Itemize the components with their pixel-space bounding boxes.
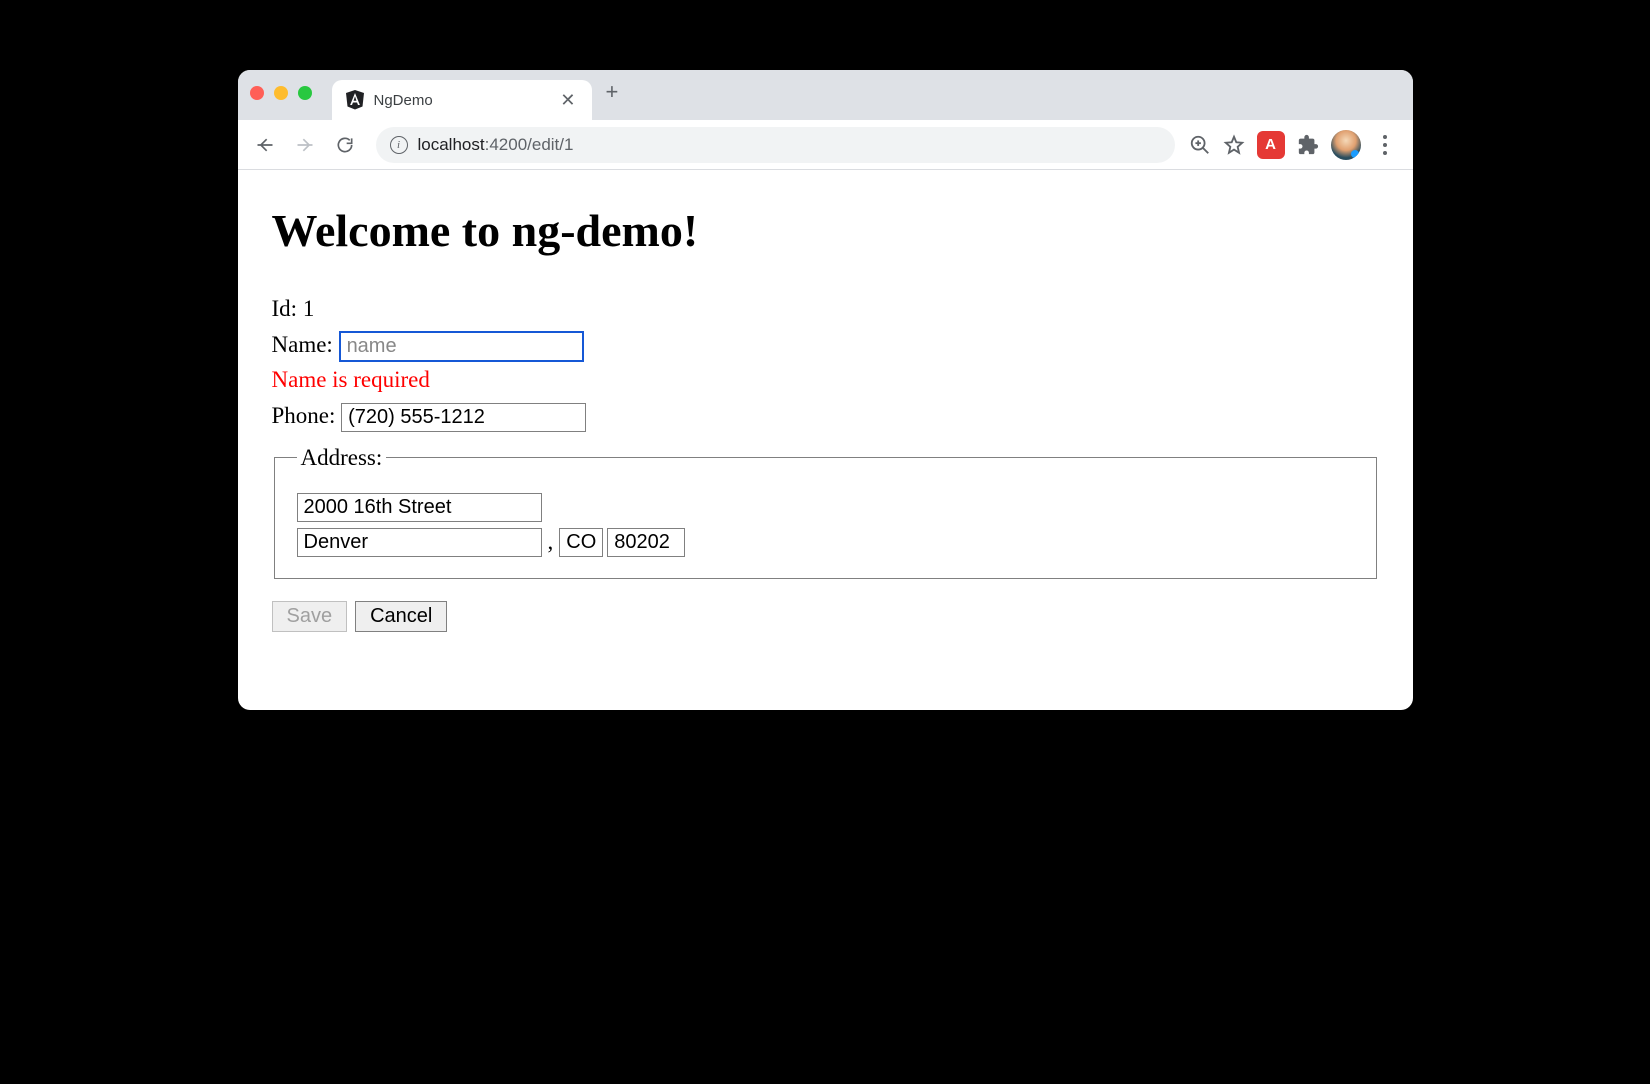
id-value: 1 [303,296,315,321]
name-row: Name: [272,327,1379,363]
page-content: Welcome to ng-demo! Id: 1 Name: Name is … [238,170,1413,710]
browser-window: NgDemo ✕ + i localhost:4200/edit/1 [238,70,1413,710]
close-window-button[interactable] [250,86,264,100]
name-input[interactable] [339,331,584,362]
browser-toolbar: i localhost:4200/edit/1 A [238,120,1413,170]
zoom-icon[interactable] [1189,134,1211,156]
site-info-icon[interactable]: i [390,136,408,154]
tab-title: NgDemo [374,92,549,109]
state-input[interactable] [559,528,603,557]
street-input[interactable] [297,493,542,522]
address-city-state-zip: , [297,524,1354,560]
profile-avatar[interactable] [1331,130,1361,160]
id-row: Id: 1 [272,291,1379,327]
address-fieldset: Address: , [274,440,1377,579]
angular-icon [346,90,364,110]
phone-label: Phone: [272,403,336,428]
phone-row: Phone: [272,398,1379,434]
cancel-button[interactable]: Cancel [355,601,447,632]
arrow-right-icon [295,135,315,155]
url-text: localhost:4200/edit/1 [418,135,574,155]
extensions-icon[interactable] [1297,134,1319,156]
window-controls [250,86,312,104]
address-legend: Address: [297,440,387,476]
new-tab-button[interactable]: + [592,79,633,111]
reload-button[interactable] [328,128,362,162]
id-label: Id: [272,296,298,321]
window-titlebar: NgDemo ✕ + [238,70,1413,120]
arrow-left-icon [255,135,275,155]
name-label: Name: [272,332,333,357]
reload-icon [335,135,355,155]
page-heading: Welcome to ng-demo! [272,204,1379,257]
phone-input[interactable] [341,403,586,432]
save-button[interactable]: Save [272,601,348,632]
bookmark-star-icon[interactable] [1223,134,1245,156]
forward-button[interactable] [288,128,322,162]
zip-input[interactable] [607,528,685,557]
maximize-window-button[interactable] [298,86,312,100]
close-tab-icon[interactable]: ✕ [558,89,577,111]
minimize-window-button[interactable] [274,86,288,100]
address-comma: , [546,524,556,560]
angular-devtools-extension-icon[interactable]: A [1257,131,1285,159]
browser-tab[interactable]: NgDemo ✕ [332,80,592,120]
city-input[interactable] [297,528,542,557]
address-bar[interactable]: i localhost:4200/edit/1 [376,127,1175,163]
toolbar-right: A [1189,130,1403,160]
edit-form: Id: 1 Name: Name is required Phone: Addr… [272,291,1379,632]
name-error-message: Name is required [272,362,1379,398]
back-button[interactable] [248,128,282,162]
form-actions: Save Cancel [272,601,1379,632]
browser-menu-button[interactable] [1373,135,1397,155]
